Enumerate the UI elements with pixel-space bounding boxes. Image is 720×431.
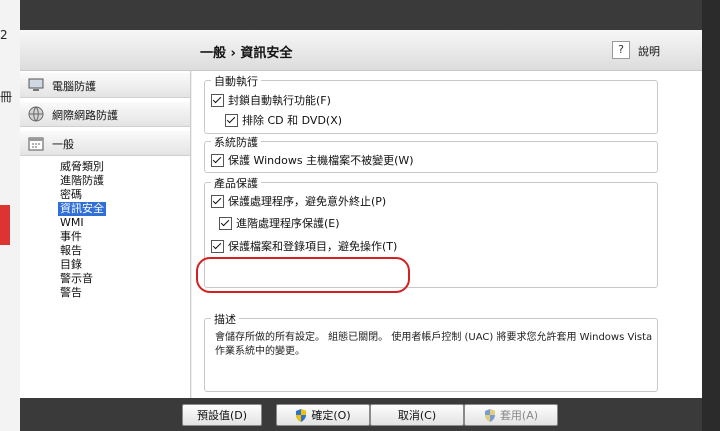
checkbox-checked-icon: [211, 194, 224, 208]
system-protection-group: 系統防護 保護 Windows 主機檔案不被變更(W): [204, 134, 658, 173]
sidebar-item-label: 一般: [52, 138, 74, 151]
checkbox-checked-icon: [211, 153, 224, 167]
ok-button[interactable]: 確定(O): [276, 404, 370, 426]
uac-shield-icon: [296, 408, 307, 422]
title-bar[interactable]: [20, 0, 702, 30]
defaults-button[interactable]: 預設值(D): [182, 404, 262, 426]
page-title: 一般 › 資訊安全: [200, 46, 293, 61]
background-red-strip: [0, 205, 10, 245]
help-link[interactable]: 說明: [638, 43, 660, 59]
description-text: 會儲存所做的所有設定。 組態已關閉。 使用者帳戶控制 (UAC) 將要求您允許套…: [215, 332, 653, 357]
globe-icon: [28, 106, 44, 122]
sidebar-subitem-advanced-protection[interactable]: 進階防護: [60, 174, 104, 188]
protect-process-checkbox[interactable]: 保護處理程序，避免意外終止(P): [211, 193, 386, 209]
checkbox-checked-icon: [211, 93, 224, 107]
protect-hosts-checkbox[interactable]: 保護 Windows 主機檔案不被變更(W): [211, 152, 414, 168]
button-bar: 預設值(D) 確定(O) 取消(C) 套用(A): [20, 398, 702, 431]
sidebar-subitem-directories[interactable]: 目錄: [60, 258, 82, 272]
exclude-cd-dvd-checkbox[interactable]: 排除 CD 和 DVD(X): [225, 112, 342, 128]
sidebar-subitem-sounds[interactable]: 警示音: [60, 272, 93, 286]
sidebar: 電腦防護 網際網路防護 一般 威脅類別 進階防護 密碼 資訊安全 WMI 事件 …: [20, 71, 191, 398]
dialog-body: 一般 › 資訊安全 ? 說明 電腦防護 網際網路防護 一般 威脅類別 進階防護 …: [20, 30, 702, 398]
protect-files-registry-checkbox[interactable]: 保護檔案和登錄項目，避免操作(T): [211, 238, 397, 254]
sidebar-subitem-events[interactable]: 事件: [60, 230, 82, 244]
sidebar-item-computer-protection[interactable]: 電腦防護: [20, 73, 190, 98]
advanced-process-protection-checkbox[interactable]: 進階處理程序保護(E): [219, 215, 340, 231]
sidebar-subitem-password[interactable]: 密碼: [60, 188, 82, 202]
highlight-annotation: [196, 257, 410, 293]
sidebar-subitem-reports[interactable]: 報告: [60, 244, 82, 258]
group-title: 產品保護: [211, 175, 261, 191]
sidebar-item-internet-protection[interactable]: 網際網路防護: [20, 102, 190, 127]
group-title: 系統防護: [211, 134, 261, 150]
autorun-group: 自動執行 封鎖自動執行功能(F) 排除 CD 和 DVD(X): [204, 73, 658, 134]
apply-button[interactable]: 套用(A): [464, 404, 558, 426]
sidebar-subitem-security[interactable]: 資訊安全: [58, 202, 106, 216]
group-title: 描述: [211, 311, 239, 327]
uac-shield-icon: [484, 408, 495, 422]
sidebar-subitem-threat-categories[interactable]: 威脅類別: [60, 160, 104, 174]
sidebar-item-general[interactable]: 一般: [20, 131, 190, 156]
group-title: 自動執行: [211, 73, 261, 89]
cancel-button[interactable]: 取消(C): [370, 404, 464, 426]
sidebar-item-label: 電腦防護: [52, 80, 96, 93]
description-group: 描述 會儲存所做的所有設定。 組態已關閉。 使用者帳戶控制 (UAC) 將要求您…: [204, 311, 658, 392]
checkbox-checked-icon: [225, 113, 238, 127]
help-icon[interactable]: ?: [612, 41, 630, 59]
computer-icon: [28, 78, 44, 91]
sidebar-item-label: 網際網路防護: [52, 109, 118, 122]
checkbox-checked-icon: [211, 239, 224, 253]
settings-window: 一般 › 資訊安全 ? 說明 電腦防護 網際網路防護 一般 威脅類別 進階防護 …: [20, 0, 702, 431]
sidebar-subitem-warnings[interactable]: 警告: [60, 286, 82, 300]
page-header: 一般 › 資訊安全 ? 說明: [20, 30, 702, 71]
calendar-icon: [28, 137, 44, 151]
background-window: 2 冊: [0, 0, 20, 431]
settings-content: 自動執行 封鎖自動執行功能(F) 排除 CD 和 DVD(X) 系統防護 保護 …: [192, 71, 702, 398]
block-autorun-checkbox[interactable]: 封鎖自動執行功能(F): [211, 92, 331, 108]
checkbox-checked-icon: [219, 216, 232, 230]
sidebar-subitem-wmi[interactable]: WMI: [60, 216, 84, 230]
